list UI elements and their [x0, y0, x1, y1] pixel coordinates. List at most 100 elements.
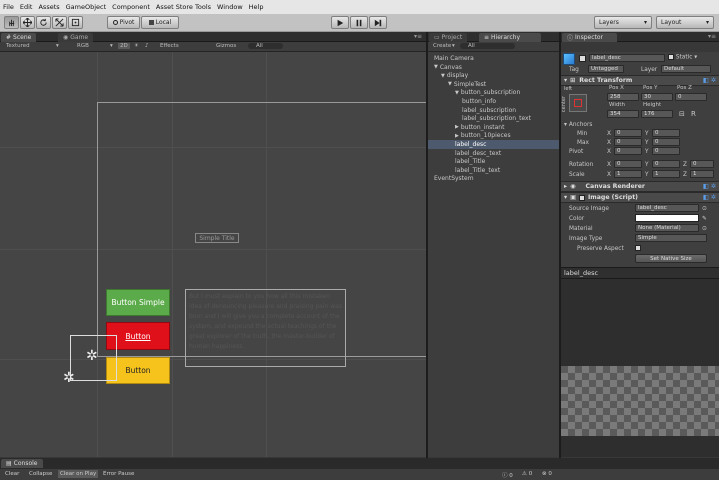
raw-edit-icon[interactable]: R — [691, 110, 696, 118]
local-toggle[interactable]: Local — [141, 16, 179, 29]
light-icon[interactable]: ☀ — [134, 43, 139, 49]
height-field[interactable]: 176 — [641, 110, 673, 118]
rect-transform-header[interactable]: ▾ ⊞ Rect Transform ◧ ✲ — [561, 75, 719, 86]
pivot-y-field[interactable]: 0 — [652, 147, 680, 155]
preserve-aspect-checkbox[interactable] — [635, 245, 641, 251]
pause-button[interactable] — [350, 16, 368, 29]
anchor-max-y-field[interactable]: 0 — [652, 138, 680, 146]
button-simple[interactable]: Button Simple — [106, 289, 170, 316]
menu-assets[interactable]: Assets — [35, 3, 62, 11]
pos-y-field[interactable]: 30 — [641, 93, 673, 101]
blueprint-icon[interactable]: ⊟ — [679, 110, 685, 118]
shading-dropdown[interactable]: Textured — [6, 43, 30, 49]
rotate-tool-button[interactable] — [36, 16, 51, 29]
active-checkbox[interactable] — [579, 55, 586, 62]
color-swatch[interactable] — [635, 214, 699, 222]
chevron-down-icon[interactable]: ▼ — [441, 73, 445, 79]
menu-gameobject[interactable]: GameObject — [63, 3, 110, 11]
rotation-y-field[interactable]: 0 — [652, 160, 680, 168]
hand-tool-button[interactable] — [4, 16, 19, 29]
scale-y-field[interactable]: 1 — [652, 170, 680, 178]
anchor-min-y-field[interactable]: 0 — [652, 129, 680, 137]
menu-edit[interactable]: Edit — [17, 3, 36, 11]
help-book-icon[interactable]: ◧ ✲ — [703, 77, 716, 84]
console-error-pause-toggle[interactable]: Error Pause — [103, 471, 134, 477]
move-tool-button[interactable] — [20, 16, 35, 29]
rotation-z-field[interactable]: 0 — [690, 160, 714, 168]
menu-component[interactable]: Component — [109, 3, 153, 11]
material-field[interactable]: None (Material) — [635, 224, 699, 232]
label-desc[interactable]: But I must explain to you how all this m… — [185, 289, 346, 367]
tab-scene[interactable]: # Scene — [1, 33, 37, 42]
lock-icon[interactable]: ▾≡ — [708, 33, 716, 40]
tab-game[interactable]: ◉ Game — [58, 33, 94, 42]
scale-z-field[interactable]: 1 — [690, 170, 714, 178]
pivot-toggle[interactable]: Pivot — [107, 16, 140, 29]
console-collapse-toggle[interactable]: Collapse — [29, 471, 52, 477]
tab-console[interactable]: ▤ Console — [1, 459, 43, 468]
anchor-min-x-field[interactable]: 0 — [614, 129, 642, 137]
pivot-x-field[interactable]: 0 — [614, 147, 642, 155]
set-native-size-button[interactable]: Set Native Size — [635, 254, 707, 263]
scene-view[interactable]: Simple Title But I must explain to you h… — [0, 52, 426, 457]
object-picker-icon[interactable]: ⊙ — [702, 206, 707, 212]
panel-menu-icon[interactable]: ▾≡ — [414, 33, 422, 40]
console-clear-button[interactable]: Clear — [5, 471, 19, 477]
chevron-right-icon[interactable]: ▶ — [455, 133, 459, 139]
gizmos-dropdown[interactable]: Gizmos — [216, 43, 236, 49]
play-button[interactable] — [331, 16, 349, 29]
rotation-x-field[interactable]: 0 — [614, 160, 642, 168]
menu-help[interactable]: Help — [246, 3, 267, 11]
effects-dropdown[interactable]: Effects — [160, 43, 179, 49]
hierarchy-item[interactable]: EventSystem — [428, 174, 559, 183]
chevron-right-icon[interactable]: ▶ — [455, 124, 459, 130]
canvas-renderer-header[interactable]: ▸ ◉ Canvas Renderer ◧ ✲ — [561, 181, 719, 192]
pos-x-field[interactable]: 258 — [607, 93, 639, 101]
anchors-row[interactable]: ▾ Anchors — [561, 120, 719, 129]
scale-x-field[interactable]: 1 — [614, 170, 642, 178]
pivot-handle-icon[interactable]: ✲ — [63, 370, 75, 386]
render-mode-dropdown[interactable]: RGB — [77, 43, 89, 49]
menu-asset-store-tools[interactable]: Asset Store Tools — [153, 3, 214, 11]
image-script-header[interactable]: ▾ ▣ Image (Script) ◧ ✲ — [561, 192, 719, 203]
tag-dropdown[interactable]: Untagged — [588, 65, 624, 73]
menu-window[interactable]: Window — [214, 3, 246, 11]
console-error-count[interactable]: ⊗ 0 — [542, 471, 552, 477]
help-book-icon[interactable]: ◧ ✲ — [703, 183, 716, 190]
console-warning-count[interactable]: ⚠ 0 — [522, 471, 532, 477]
source-image-field[interactable]: label_desc — [635, 204, 699, 212]
width-field[interactable]: 354 — [607, 110, 639, 118]
tab-inspector[interactable]: ⓘ Inspector — [562, 33, 617, 42]
rect-tool-button[interactable] — [68, 16, 83, 29]
tab-project[interactable]: ▭ Project — [429, 33, 468, 42]
console-info-count[interactable]: ⓘ 0 — [502, 471, 513, 479]
chevron-down-icon[interactable]: ▼ — [448, 81, 452, 87]
scale-tool-button[interactable] — [52, 16, 67, 29]
preview-header[interactable]: label_desc — [561, 267, 719, 279]
hierarchy-search-input[interactable]: All — [460, 43, 515, 49]
image-type-dropdown[interactable]: Simple — [635, 234, 707, 242]
console-clear-on-play-toggle[interactable]: Clear on Play — [58, 470, 99, 478]
mode-2d-toggle[interactable]: 2D — [118, 43, 130, 49]
object-name-field[interactable]: label_desc — [589, 54, 665, 62]
help-book-icon[interactable]: ◧ ✲ — [703, 194, 716, 201]
create-dropdown[interactable]: Create — [433, 43, 451, 49]
layers-dropdown[interactable]: Layers ▾ — [594, 16, 652, 29]
anchor-icon[interactable]: ✲ — [86, 348, 98, 364]
scene-search-input[interactable]: All — [248, 43, 283, 49]
label-title[interactable]: Simple Title — [195, 233, 239, 243]
layer-dropdown[interactable]: Default — [661, 65, 711, 73]
eyedropper-icon[interactable]: ✎ — [702, 216, 707, 222]
chevron-down-icon[interactable]: ▼ — [434, 64, 438, 70]
image-enabled-checkbox[interactable] — [578, 194, 585, 201]
static-toggle[interactable]: Static ▾ — [668, 54, 697, 61]
tab-hierarchy[interactable]: ≡ Hierarchy — [479, 33, 541, 42]
audio-icon[interactable]: ♪ — [145, 43, 149, 49]
layout-dropdown[interactable]: Layout ▾ — [656, 16, 714, 29]
anchor-presets-button[interactable] — [569, 94, 587, 112]
chevron-down-icon[interactable]: ▼ — [455, 90, 459, 96]
menu-file[interactable]: File — [0, 3, 17, 11]
object-picker-icon[interactable]: ⊙ — [702, 226, 707, 232]
step-button[interactable] — [369, 16, 387, 29]
pos-z-field[interactable]: 0 — [675, 93, 707, 101]
